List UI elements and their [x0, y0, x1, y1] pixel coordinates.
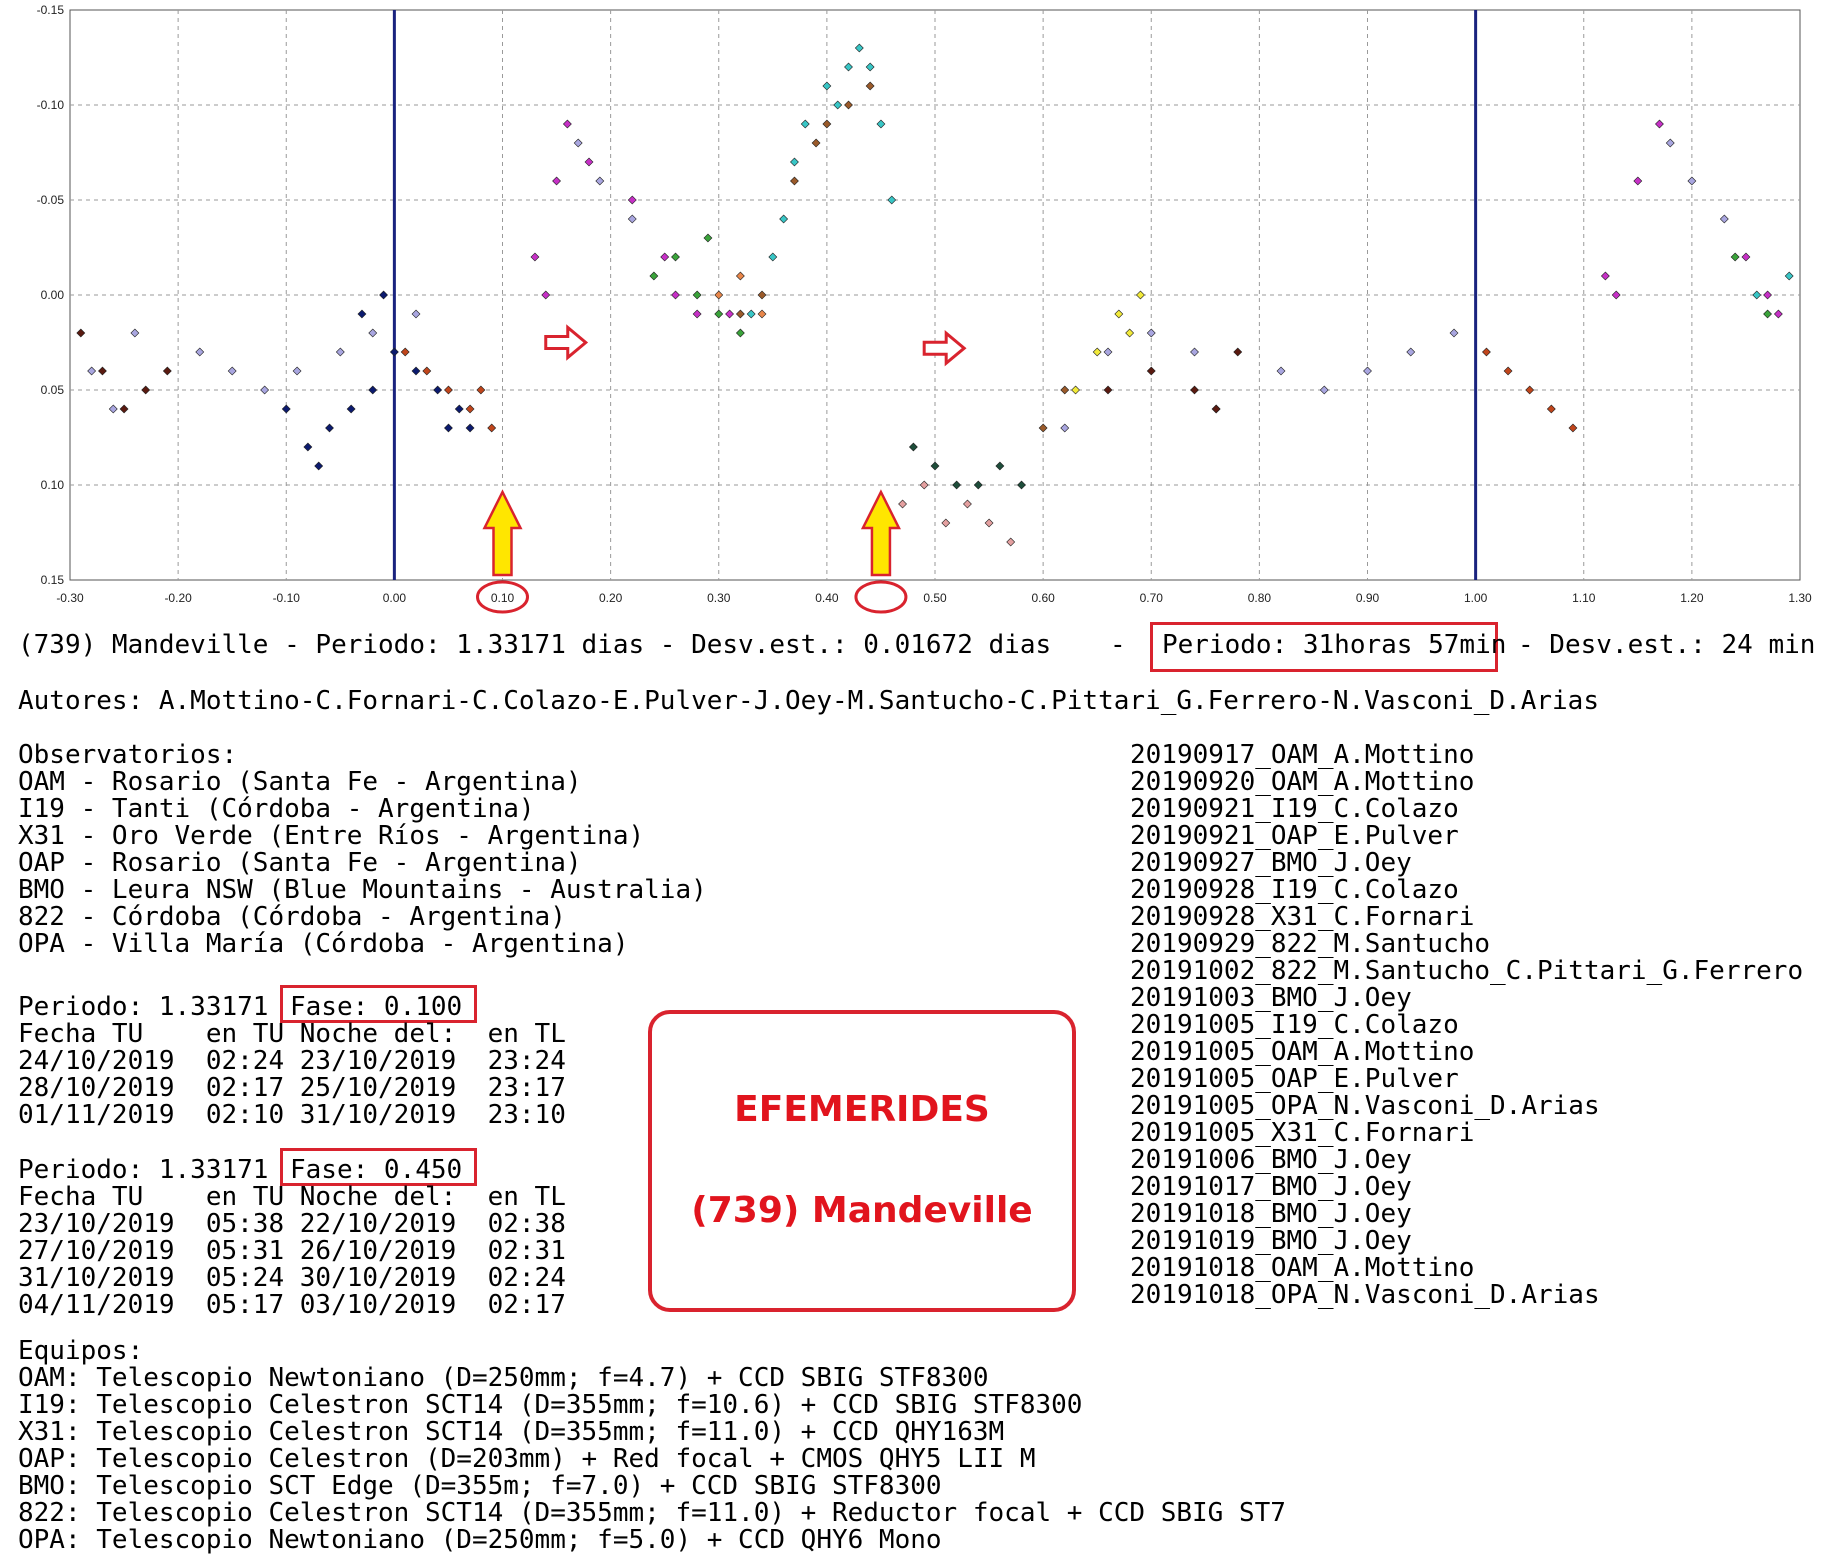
x-tick-label: 0.10 [491, 591, 515, 605]
session-item: 20191006_BMO_J.Oey [1130, 1145, 1412, 1175]
x-tick-label: 0.80 [1248, 591, 1272, 605]
phase1-table: Fecha TU en TU Noche del: en TL 24/10/20… [18, 1021, 566, 1129]
period-dash: - [1110, 630, 1126, 660]
equipos-list: Equipos: OAM: Telescopio Newtoniano (D=2… [18, 1338, 1286, 1554]
session-item: 20190921_OAP_E.Pulver [1130, 821, 1459, 851]
period-hours: Periodo: 31horas 57min [1162, 630, 1507, 660]
x-tick-label: -0.20 [164, 591, 192, 605]
x-tick-label: 1.00 [1464, 591, 1488, 605]
session-item: 20191003_BMO_J.Oey [1130, 983, 1412, 1013]
phase2-fase: Fase: 0.450 [290, 1155, 463, 1185]
circled-tick [854, 580, 908, 614]
observatorio-item: 822 - Córdoba (Córdoba - Argentina) [18, 902, 566, 932]
x-tick-label: 0.50 [923, 591, 947, 605]
y-tick-label: 0.05 [41, 383, 65, 397]
session-item: 20191018_OAM_A.Mottino [1130, 1253, 1475, 1283]
session-item: 20191018_BMO_J.Oey [1130, 1199, 1412, 1229]
x-tick-label: 1.30 [1788, 591, 1812, 605]
session-item: 20191019_BMO_J.Oey [1130, 1226, 1412, 1256]
session-item: 20191005_X31_C.Fornari [1130, 1118, 1475, 1148]
observatorio-item: OPA - Villa María (Córdoba - Argentina) [18, 929, 629, 959]
equipos-heading: Equipos: [18, 1336, 144, 1366]
session-item: 20191018_OPA_N.Vasconi_D.Arias [1130, 1280, 1600, 1310]
equipo-item: 822: Telescopio Celestron SCT14 (D=355mm… [18, 1498, 1286, 1528]
authors-line: Autores: A.Mottino-C.Fornari-C.Colazo-E.… [18, 686, 1599, 716]
x-tick-label: 0.90 [1356, 591, 1380, 605]
x-tick-label: 0.70 [1140, 591, 1164, 605]
session-item: 20191005_OAM_A.Mottino [1130, 1037, 1475, 1067]
equipo-item: BMO: Telescopio SCT Edge (D=355m; f=7.0)… [18, 1471, 942, 1501]
session-item: 20191005_OPA_N.Vasconi_D.Arias [1130, 1091, 1600, 1121]
period-line: (739) Mandeville - Periodo: 1.33171 dias… [18, 630, 1052, 660]
y-tick-label: -0.10 [37, 98, 65, 112]
session-item: 20190927_BMO_J.Oey [1130, 848, 1412, 878]
y-tick-label: -0.05 [37, 193, 65, 207]
session-item: 20190929_822_M.Santucho [1130, 929, 1491, 959]
observatorios-list: Observatorios: OAM - Rosario (Santa Fe -… [18, 742, 707, 958]
efemerides-title: EFEMERIDES [734, 1089, 990, 1130]
session-item: 20190920_OAM_A.Mottino [1130, 767, 1475, 797]
efemerides-subtitle: (739) Mandeville [691, 1190, 1033, 1231]
x-tick-label: -0.30 [56, 591, 84, 605]
equipo-item: OPA: Telescopio Newtoniano (D=250mm; f=5… [18, 1525, 942, 1555]
x-tick-label: 1.10 [1572, 591, 1596, 605]
observatorio-item: OAP - Rosario (Santa Fe - Argentina) [18, 848, 582, 878]
lightcurve-chart: -0.15-0.10-0.050.000.050.100.15 -0.30 -0.… [37, 3, 1812, 614]
session-item: 20191017_BMO_J.Oey [1130, 1172, 1412, 1202]
observatorio-item: I19 - Tanti (Córdoba - Argentina) [18, 794, 535, 824]
sessions-list: 20190917_OAM_A.Mottino 20190920_OAM_A.Mo… [1130, 742, 1803, 1309]
y-tick-label: 0.10 [41, 478, 65, 492]
y-tick-label: 0.00 [41, 288, 65, 302]
x-tick-label: 0.30 [707, 591, 731, 605]
x-tick-label: -0.10 [273, 591, 301, 605]
phase1-row: 28/10/2019 02:17 25/10/2019 23:17 [18, 1073, 566, 1103]
phase2-row: 31/10/2019 05:24 30/10/2019 02:24 [18, 1263, 566, 1293]
session-item: 20191002_822_M.Santucho_C.Pittari_G.Ferr… [1130, 956, 1804, 986]
phase1-period: Periodo: 1.33171 [18, 992, 269, 1022]
y-tick-labels: -0.15 -0.10 -0.05 0.00 0.05 0.10 0.15 [37, 3, 65, 587]
phase2-row: 23/10/2019 05:38 22/10/2019 02:38 [18, 1209, 566, 1239]
equipo-item: X31: Telescopio Celestron SCT14 (D=355mm… [18, 1417, 1005, 1447]
phase1-fase: Fase: 0.100 [290, 992, 463, 1022]
period-std: - Desv.est.: 24 min [1518, 630, 1816, 660]
phase2-row: 04/11/2019 05:17 03/10/2019 02:17 [18, 1290, 566, 1320]
observatorio-item: OAM - Rosario (Santa Fe - Argentina) [18, 767, 582, 797]
x-tick-labels: -0.30 -0.20 -0.10 0.00 0.10 0.20 0.30 0.40 0.50 0… [56, 591, 1812, 605]
x-tick-label: 1.20 [1680, 591, 1704, 605]
phase1-header: Fecha TU en TU Noche del: en TL [18, 1019, 566, 1049]
session-item: 20191005_I19_C.Colazo [1130, 1010, 1459, 1040]
phase2-row: 27/10/2019 05:31 26/10/2019 02:31 [18, 1236, 566, 1266]
efemerides-box: EFEMERIDES (739) Mandeville [648, 1010, 1076, 1312]
observatorio-item: BMO - Leura NSW (Blue Mountains - Austra… [18, 875, 707, 905]
equipo-item: I19: Telescopio Celestron SCT14 (D=355mm… [18, 1390, 1083, 1420]
equipo-item: OAP: Telescopio Celestron (D=203mm) + Re… [18, 1444, 1036, 1474]
equipo-item: OAM: Telescopio Newtoniano (D=250mm; f=4… [18, 1363, 989, 1393]
session-item: 20191005_OAP_E.Pulver [1130, 1064, 1459, 1094]
y-tick-label: -0.15 [37, 3, 65, 17]
x-tick-label: 0.00 [383, 591, 407, 605]
x-tick-label: 0.40 [815, 591, 839, 605]
observatorios-heading: Observatorios: [18, 740, 238, 770]
phase1-row: 24/10/2019 02:24 23/10/2019 23:24 [18, 1046, 566, 1076]
y-tick-label: 0.15 [41, 573, 65, 587]
phase1-row: 01/11/2019 02:10 31/10/2019 23:10 [18, 1100, 566, 1130]
observatorio-item: X31 - Oro Verde (Entre Ríos - Argentina) [18, 821, 645, 851]
x-tick-label: 0.60 [1031, 591, 1055, 605]
session-item: 20190921_I19_C.Colazo [1130, 794, 1459, 824]
x-tick-label: 0.20 [599, 591, 623, 605]
phase2-header: Fecha TU en TU Noche del: en TL [18, 1182, 566, 1212]
session-item: 20190928_I19_C.Colazo [1130, 875, 1459, 905]
session-item: 20190917_OAM_A.Mottino [1130, 740, 1475, 770]
phase2-period: Periodo: 1.33171 [18, 1155, 269, 1185]
phase2-table: Fecha TU en TU Noche del: en TL 23/10/20… [18, 1184, 566, 1319]
session-item: 20190928_X31_C.Fornari [1130, 902, 1475, 932]
